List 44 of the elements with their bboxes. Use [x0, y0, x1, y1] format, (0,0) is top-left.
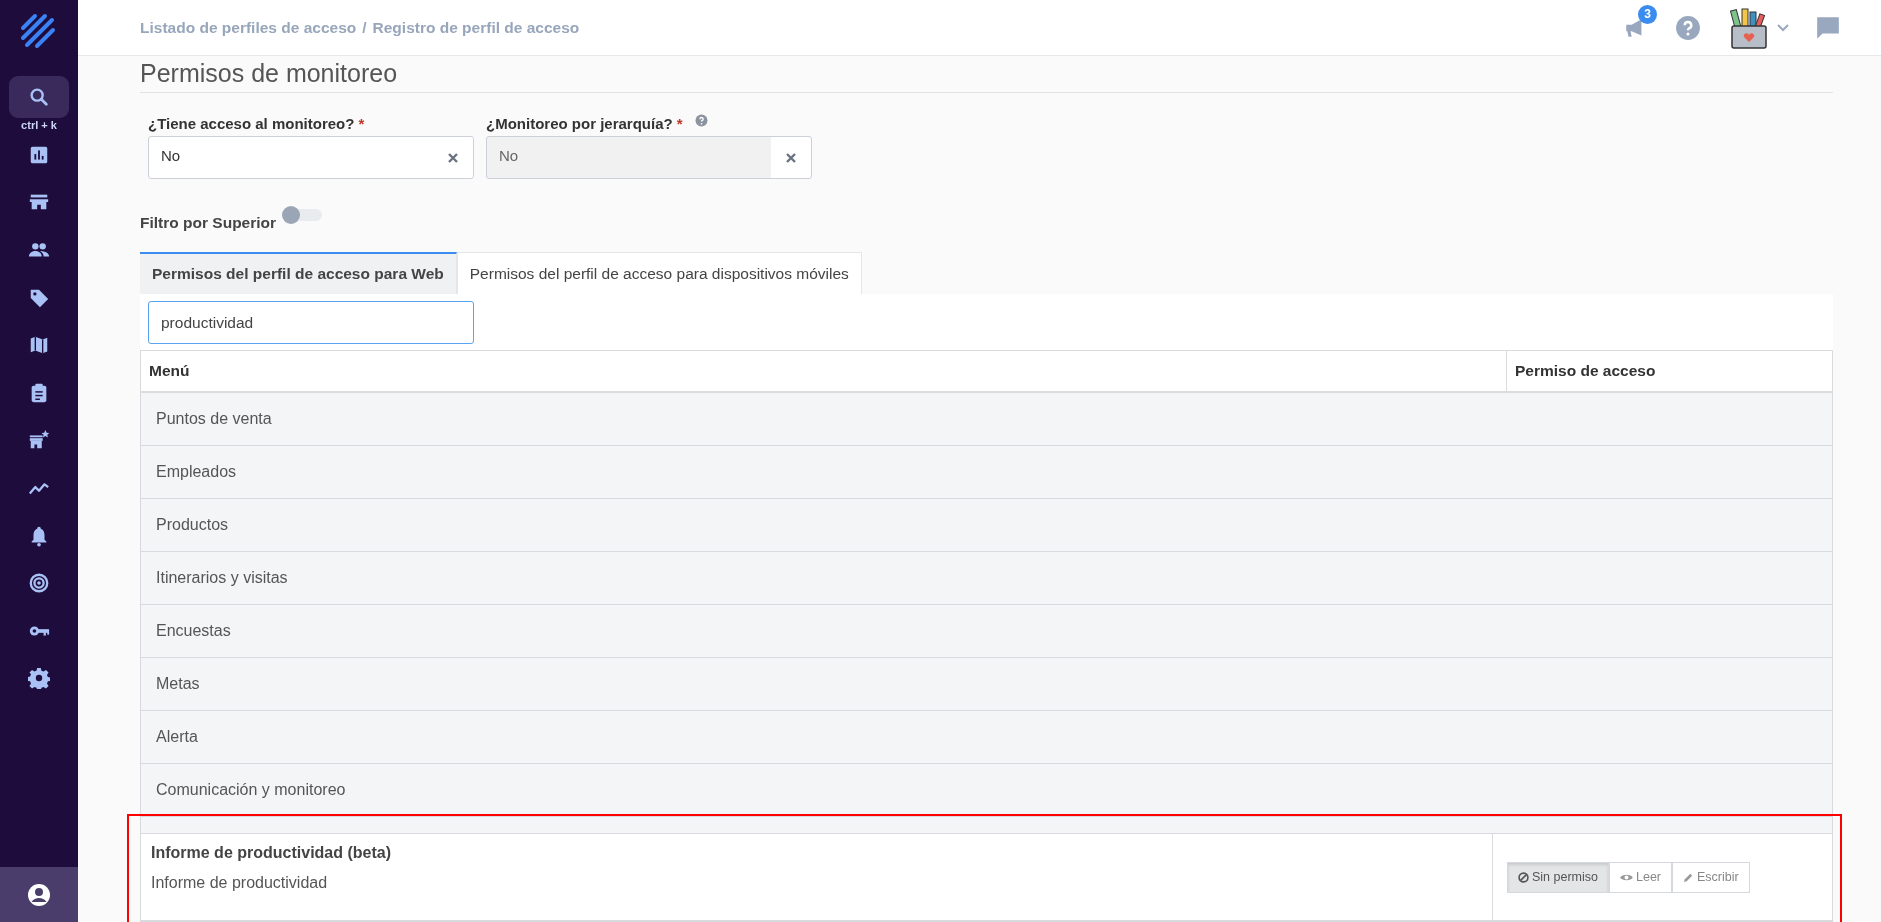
menu-item-title: Informe de productividad (beta) [151, 844, 392, 862]
required-mark: * [676, 114, 683, 132]
toggle-switch[interactable] [284, 209, 323, 221]
menu-group-row[interactable]: Puntos de venta [141, 393, 1832, 446]
help-icon [1675, 14, 1701, 41]
settings-icon [28, 667, 50, 690]
permission-button[interactable]: Escribir [1672, 861, 1750, 893]
required-mark: * [358, 114, 365, 132]
account-menu[interactable] [1727, 5, 1789, 50]
permission-button[interactable]: Leer [1609, 861, 1673, 893]
menu-group-row[interactable]: Productos [141, 499, 1832, 552]
notification-badge: 3 [1638, 4, 1657, 24]
search-icon [28, 86, 50, 108]
pencil-icon [1683, 871, 1695, 883]
permission-button[interactable]: Sin permiso [1507, 861, 1609, 893]
filter-field[interactable]: productividad [148, 301, 474, 344]
field-label: ¿Tiene acceso al monitoreo? [148, 114, 355, 132]
breadcrumb-separator: / [362, 18, 367, 37]
column-header: Permiso de acceso [1514, 361, 1657, 381]
profile-button[interactable] [0, 867, 78, 922]
menu-group-row[interactable]: Comunicación y monitoreo [141, 764, 1832, 817]
section-title: Permisos de monitoreo [140, 58, 1833, 93]
tab[interactable]: Permisos del perfil de acceso para Web [140, 252, 457, 294]
menu-group-row[interactable]: Empleados [141, 446, 1832, 499]
user-icon [27, 882, 51, 907]
menu-group-row[interactable]: Encuestas [141, 605, 1832, 658]
menu-group-row[interactable]: Itinerarios y visitas [141, 552, 1832, 605]
column-header: Menú [141, 351, 1507, 391]
chevron-down-icon [1777, 23, 1789, 32]
menu-group-row[interactable]: Alerta [141, 711, 1832, 764]
clear-icon [786, 152, 796, 163]
search-button[interactable] [9, 76, 69, 118]
field-label: ¿Monitoreo por jerarquía? [486, 114, 673, 132]
chat-icon [1815, 14, 1841, 41]
menu-item-label: Informe de productividad [151, 874, 329, 892]
select-field[interactable]: No [148, 136, 474, 179]
menu-group-row[interactable]: Metas [141, 658, 1832, 711]
shortcut-hint: ctrl + k [21, 119, 57, 131]
clear-icon [448, 152, 458, 163]
eye-icon [1620, 872, 1633, 882]
radar-icon [28, 572, 50, 595]
toggle-label: Filtro por Superior [140, 214, 277, 232]
tab[interactable]: Permisos del perfil de acceso para dispositivos móviles [456, 252, 862, 294]
ban-icon [1518, 871, 1529, 883]
